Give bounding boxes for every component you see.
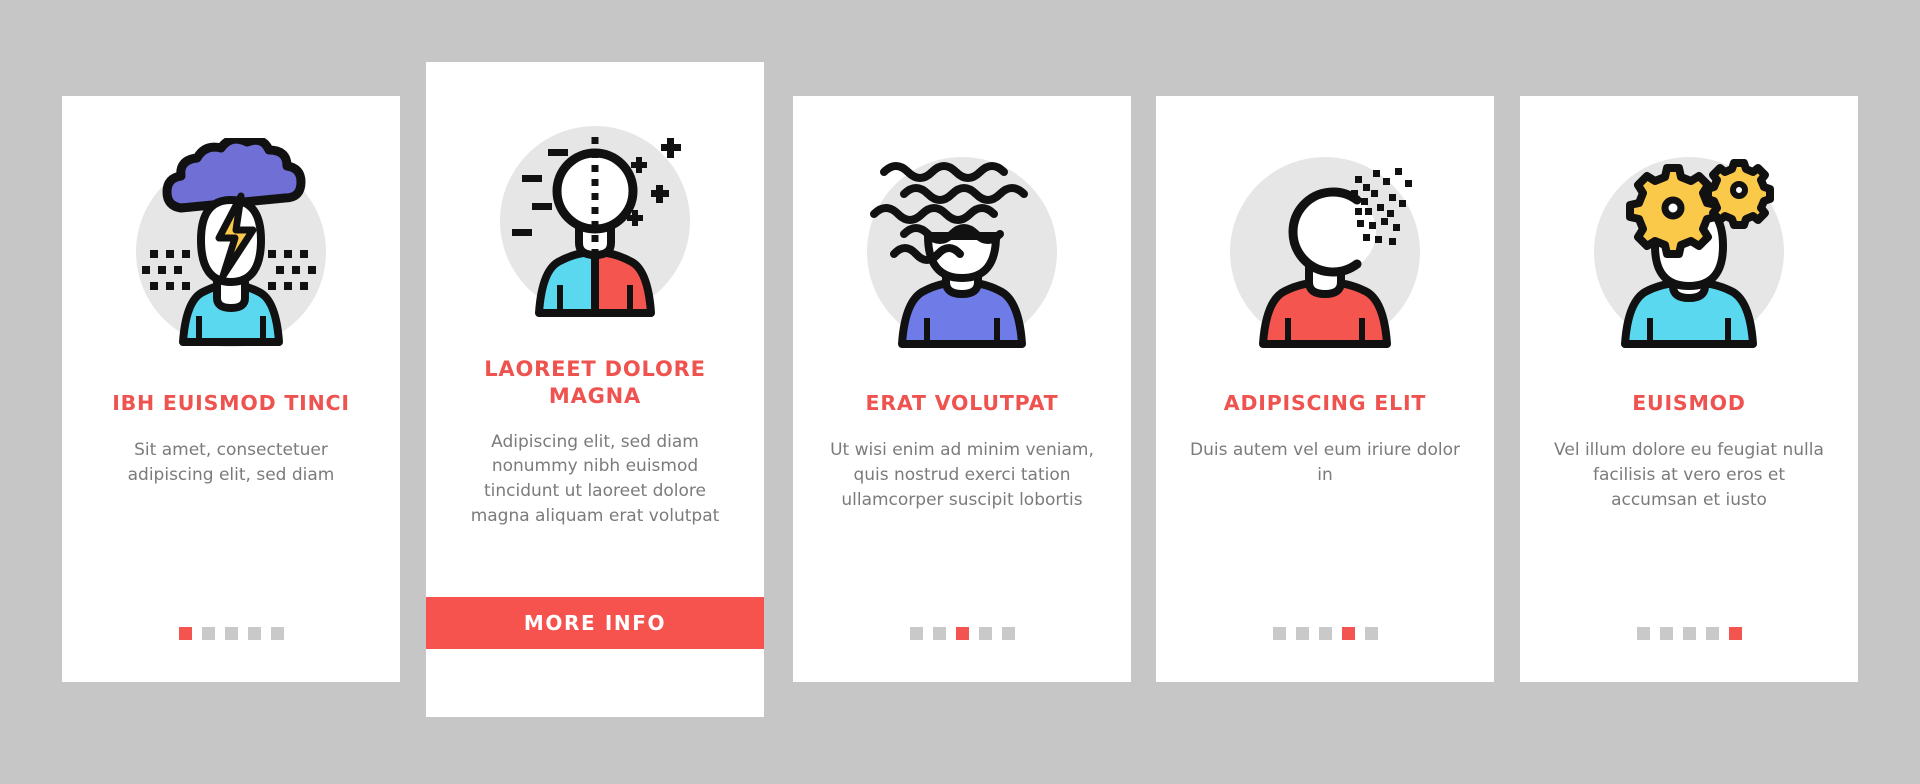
card-title: EUISMOD <box>1632 391 1746 415</box>
card-title: ERAT VOLUTPAT <box>865 391 1059 415</box>
pagination-dot[interactable] <box>1272 627 1286 640</box>
pagination-dot[interactable] <box>224 627 238 640</box>
onboarding-card-4[interactable]: ADIPISCING ELIT Duis autem vel eum iriur… <box>1156 96 1494 682</box>
pagination-dot[interactable] <box>270 627 284 640</box>
pagination-dot[interactable] <box>932 627 946 640</box>
pagination-dots-3[interactable] <box>793 627 1131 640</box>
pagination-dot[interactable] <box>1001 627 1015 640</box>
pagination-dot[interactable] <box>1318 627 1332 640</box>
pagination-dot[interactable] <box>1341 627 1355 640</box>
pagination-dot[interactable] <box>955 627 969 640</box>
illustration-container-4 <box>1156 130 1494 378</box>
split-personality-icon <box>500 126 690 319</box>
card-title: ADIPISCING ELIT <box>1223 391 1427 415</box>
card-description: Sit amet, consectetuer adipiscing elit, … <box>127 440 335 485</box>
onboarding-card-5[interactable]: EUISMOD Vel illum dolore eu feugiat null… <box>1520 96 1858 682</box>
card-description: Vel illum dolore eu feugiat nulla facili… <box>1554 440 1824 510</box>
more-info-button[interactable]: MORE INFO <box>426 597 764 649</box>
card-description: Adipiscing elit, sed diam nonummy nibh e… <box>470 431 720 526</box>
wavy-dissolving-head-icon <box>867 157 1057 348</box>
storm-cloud-head-icon <box>136 138 326 347</box>
pagination-dot[interactable] <box>1682 627 1696 640</box>
pagination-dot[interactable] <box>1659 627 1673 640</box>
pixelated-head-icon <box>1230 157 1420 348</box>
illustration-container-5 <box>1520 130 1858 378</box>
onboarding-card-1[interactable]: IBH EUISMOD TINCI Sit amet, consectetuer… <box>62 96 400 682</box>
pagination-dots-1[interactable] <box>62 627 400 640</box>
pagination-dot[interactable] <box>247 627 261 640</box>
pagination-dot[interactable] <box>978 627 992 640</box>
illustration-container-1 <box>62 130 400 378</box>
illustration-container-3 <box>793 130 1131 378</box>
pagination-dot[interactable] <box>1705 627 1719 640</box>
onboarding-card-2[interactable]: LAOREET DOLORE MAGNA Adipiscing elit, se… <box>426 62 764 717</box>
card-title: IBH EUISMOD TINCI <box>112 391 350 415</box>
pagination-dots-4[interactable] <box>1156 627 1494 640</box>
gears-head-icon <box>1594 157 1784 348</box>
pagination-dot[interactable] <box>1295 627 1309 640</box>
pagination-dots-5[interactable] <box>1520 627 1858 640</box>
card-description: Duis autem vel eum iriure dolor in <box>1190 440 1460 485</box>
card-description: Ut wisi enim ad minim veniam, quis nostr… <box>830 440 1094 510</box>
pagination-dot[interactable] <box>1728 627 1742 640</box>
pagination-dot[interactable] <box>909 627 923 640</box>
pagination-dot[interactable] <box>178 627 192 640</box>
onboarding-card-3[interactable]: ERAT VOLUTPAT Ut wisi enim ad minim veni… <box>793 96 1131 682</box>
pagination-dot[interactable] <box>1636 627 1650 640</box>
pagination-dot[interactable] <box>1364 627 1378 640</box>
card-title: LAOREET DOLORE MAGNA <box>484 357 706 408</box>
onboarding-screens-stage: IBH EUISMOD TINCI Sit amet, consectetuer… <box>0 0 1920 784</box>
illustration-container-2 <box>426 98 764 348</box>
pagination-dot[interactable] <box>201 627 215 640</box>
